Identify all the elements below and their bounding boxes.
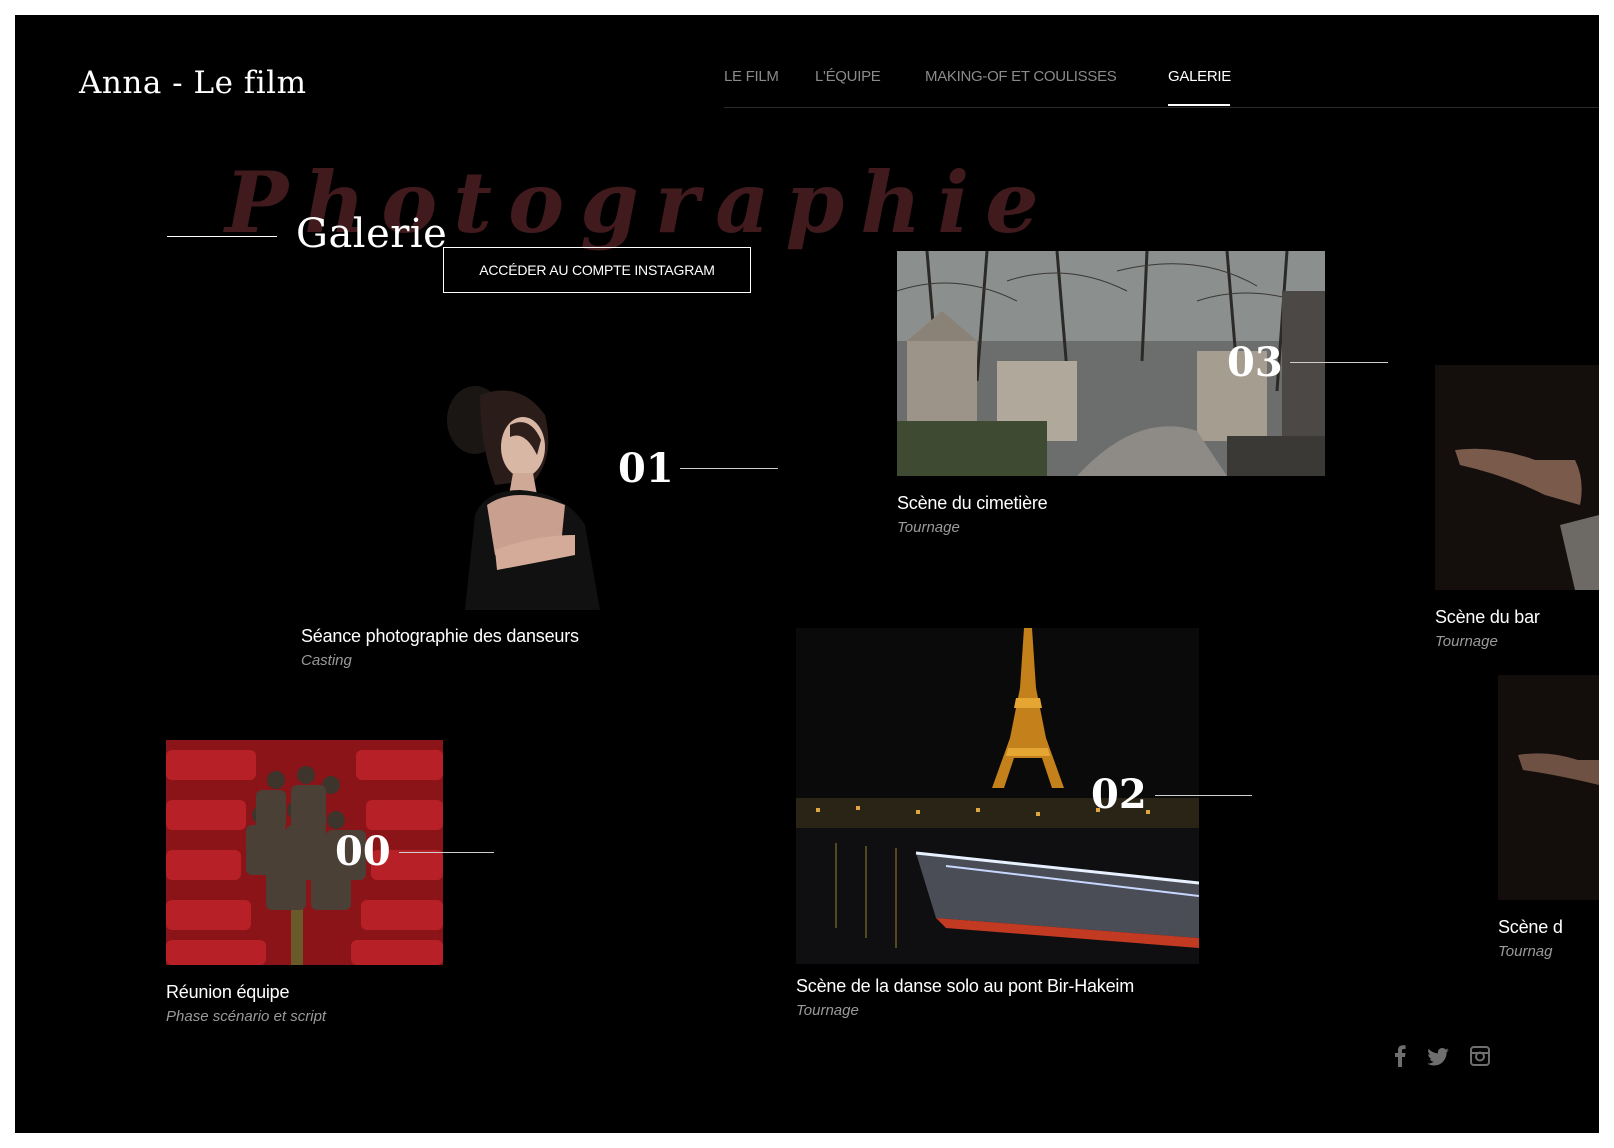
number-rule [399, 852, 494, 853]
caption-title[interactable]: Scène de la danse solo au pont Bir-Hakei… [796, 976, 1134, 997]
photo-cropped-scene[interactable] [1498, 675, 1599, 900]
photo-dancer-portrait[interactable] [425, 385, 605, 610]
number-rule [680, 468, 778, 469]
caption-title[interactable]: Réunion équipe [166, 982, 290, 1003]
caption-subtitle: Phase scénario et script [166, 1008, 327, 1025]
gallery-number-00: 00 [335, 828, 391, 875]
facebook-icon[interactable] [1393, 1045, 1407, 1072]
number-rule [1290, 362, 1388, 363]
caption-subtitle: Tournage [1435, 633, 1498, 650]
caption-subtitle: Tournag [1498, 943, 1553, 960]
caption-title[interactable]: Scène d [1498, 917, 1563, 938]
nav-galerie[interactable]: GALERIE [1168, 68, 1231, 85]
caption-title[interactable]: Scène du cimetière [897, 493, 1048, 514]
site-logo[interactable]: Anna - Le film [79, 65, 306, 101]
page-title: Galerie [296, 211, 448, 257]
caption-subtitle: Tournage [796, 1002, 859, 1019]
nav-le-film[interactable]: LE FILM [724, 68, 779, 85]
instagram-button[interactable]: ACCÉDER AU COMPTE INSTAGRAM [443, 247, 751, 293]
main-nav: LE FILM L'ÉQUIPE MAKING-OF ET COULISSES … [724, 15, 1599, 108]
gallery-number-01: 01 [618, 445, 674, 492]
title-rule [167, 236, 277, 237]
page-frame: Anna - Le film LE FILM L'ÉQUIPE MAKING-O… [15, 15, 1599, 1133]
twitter-icon[interactable] [1427, 1048, 1449, 1071]
photo-bar-scene[interactable] [1435, 365, 1599, 590]
nav-equipe[interactable]: L'ÉQUIPE [815, 68, 881, 85]
gallery-number-02: 02 [1091, 771, 1147, 818]
instagram-icon[interactable] [1470, 1046, 1490, 1071]
caption-title[interactable]: Scène du bar [1435, 607, 1540, 628]
caption-subtitle: Tournage [897, 519, 960, 536]
gallery-number-03: 03 [1227, 339, 1283, 386]
nav-active-indicator [1168, 104, 1230, 106]
caption-subtitle: Casting [301, 652, 352, 669]
caption-title[interactable]: Séance photographie des danseurs [301, 626, 579, 647]
nav-making-of[interactable]: MAKING-OF ET COULISSES [925, 68, 1117, 85]
number-rule [1155, 795, 1252, 796]
